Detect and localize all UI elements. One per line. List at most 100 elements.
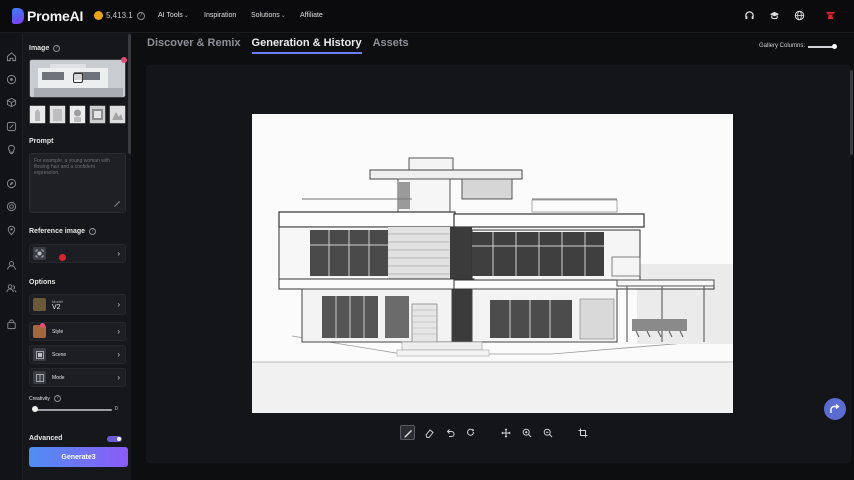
nav-inspiration[interactable]: Inspiration xyxy=(204,12,236,19)
scene-label: Scene xyxy=(52,351,67,358)
target-icon[interactable] xyxy=(6,199,17,212)
user-icon[interactable] xyxy=(6,258,17,270)
uploaded-image-preview[interactable] xyxy=(29,59,126,98)
share-button[interactable] xyxy=(824,398,846,420)
building-sketch-image xyxy=(252,114,733,413)
graduation-cap-icon[interactable] xyxy=(769,10,780,21)
sample-thumbnail[interactable] xyxy=(49,105,66,124)
reference-label: Reference image xyxy=(29,228,86,235)
eraser-icon[interactable] xyxy=(421,425,436,440)
style-selector[interactable]: Style › xyxy=(29,322,126,341)
top-bar: PromeAI 5,413.1 ? AI Tools⌄ Inspiration … xyxy=(0,0,854,33)
prompt-textarea[interactable]: For example, a young woman with flowing … xyxy=(29,153,126,213)
zoom-out-icon[interactable] xyxy=(540,425,555,440)
coin-icon xyxy=(94,11,103,20)
model-value: V2 xyxy=(52,303,61,311)
sample-thumbnail[interactable] xyxy=(69,105,86,124)
advanced-toggle[interactable] xyxy=(107,436,122,442)
panel-scrollbar[interactable] xyxy=(128,34,131,154)
gallery-columns-handle[interactable] xyxy=(832,44,837,49)
model-thumbnail xyxy=(33,298,46,311)
sample-thumbnail[interactable] xyxy=(89,105,106,124)
compass-icon[interactable] xyxy=(6,176,17,189)
globe-icon[interactable] xyxy=(794,10,805,21)
sample-thumbnail[interactable] xyxy=(29,105,46,124)
remove-image-icon[interactable] xyxy=(121,57,127,63)
sample-thumbnail[interactable] xyxy=(109,105,126,124)
main-scrollbar[interactable] xyxy=(850,70,853,155)
options-label: Options xyxy=(29,279,56,286)
bag-icon[interactable] xyxy=(6,317,17,330)
reference-section-label: Reference image? xyxy=(29,228,97,235)
home-icon[interactable] xyxy=(6,49,17,62)
tab-generation-history[interactable]: Generation & History xyxy=(251,37,362,54)
location-pin-icon[interactable] xyxy=(6,223,17,236)
redo-icon[interactable] xyxy=(463,425,478,440)
mode-icon xyxy=(33,371,46,384)
explore-icon[interactable] xyxy=(6,72,17,85)
image-replace-icon[interactable] xyxy=(73,73,83,83)
advanced-section-label: Advanced xyxy=(29,435,62,442)
brand-badge-icon[interactable] xyxy=(825,10,836,21)
creativity-label: Creativity xyxy=(29,395,50,402)
options-section-label: Options xyxy=(29,279,55,286)
help-icon[interactable]: ? xyxy=(136,11,145,20)
generate-label: Generate3 xyxy=(61,453,96,461)
canvas-toolbar xyxy=(400,425,590,440)
image-canvas[interactable] xyxy=(252,114,733,413)
logo[interactable]: PromeAI xyxy=(12,8,83,24)
creativity-label-row: Creativity? xyxy=(29,395,61,402)
creativity-slider[interactable] xyxy=(34,409,112,411)
tab-assets[interactable]: Assets xyxy=(373,37,409,54)
cube-icon[interactable] xyxy=(6,95,17,108)
gallery-columns-slider[interactable] xyxy=(808,46,835,48)
model-selector[interactable]: Model V2 › xyxy=(29,294,126,315)
prompt-label: Prompt xyxy=(29,138,54,145)
style-label: Style xyxy=(52,328,64,335)
style-thumbnail xyxy=(33,323,46,338)
nav-label: Affiliate xyxy=(300,12,323,19)
help-icon[interactable]: ? xyxy=(53,395,61,402)
image-label: Image xyxy=(29,45,50,52)
logo-text: PromeAI xyxy=(27,8,84,24)
scene-icon xyxy=(33,348,46,361)
gallery-columns-label: Gallery Columns: xyxy=(759,43,806,49)
chevron-right-icon: › xyxy=(117,249,120,258)
cursor-indicator xyxy=(59,254,66,261)
brush-icon[interactable] xyxy=(400,425,415,440)
lightbulb-icon[interactable] xyxy=(6,142,17,155)
move-icon[interactable] xyxy=(498,425,513,440)
help-icon[interactable]: ? xyxy=(53,45,61,52)
help-icon[interactable]: ? xyxy=(89,228,97,235)
advanced-label: Advanced xyxy=(29,435,63,442)
team-icon[interactable] xyxy=(6,281,17,293)
mode-selector[interactable]: Mode › xyxy=(29,368,126,387)
nav-affiliate[interactable]: Affiliate xyxy=(300,12,323,19)
nav-solutions[interactable]: Solutions⌄ xyxy=(251,12,286,19)
undo-icon[interactable] xyxy=(442,425,457,440)
scene-selector[interactable]: Scene › xyxy=(29,345,126,364)
zoom-in-icon[interactable] xyxy=(519,425,534,440)
headset-icon[interactable] xyxy=(744,10,755,21)
scene-text: Scene xyxy=(52,352,66,358)
reference-image-icon xyxy=(33,247,46,260)
chevron-down-icon: ⌄ xyxy=(183,13,189,19)
reference-image-row[interactable]: › xyxy=(29,244,126,263)
nav-ai-tools[interactable]: AI Tools⌄ xyxy=(158,12,189,19)
crop-icon[interactable] xyxy=(575,425,590,440)
side-rail xyxy=(0,33,23,480)
tab-discover-remix[interactable]: Discover & Remix xyxy=(147,37,241,54)
edit-image-icon[interactable] xyxy=(6,119,17,132)
logo-mark-icon xyxy=(12,8,24,24)
mode-label: Mode xyxy=(52,374,65,381)
magic-wand-icon[interactable] xyxy=(114,201,120,207)
new-badge-icon xyxy=(40,323,45,328)
nav-label: Inspiration xyxy=(204,12,237,19)
generate-button[interactable]: Generate3 xyxy=(29,447,128,467)
prompt-section-label: Prompt xyxy=(29,138,54,145)
creativity-slider-handle[interactable] xyxy=(32,406,38,412)
mode-text: Mode xyxy=(52,375,65,381)
prompt-placeholder: For example, a young woman with flowing … xyxy=(34,158,111,176)
image-section-label: Image? xyxy=(29,45,61,52)
credits-balance[interactable]: 5,413.1 ? xyxy=(94,11,145,20)
